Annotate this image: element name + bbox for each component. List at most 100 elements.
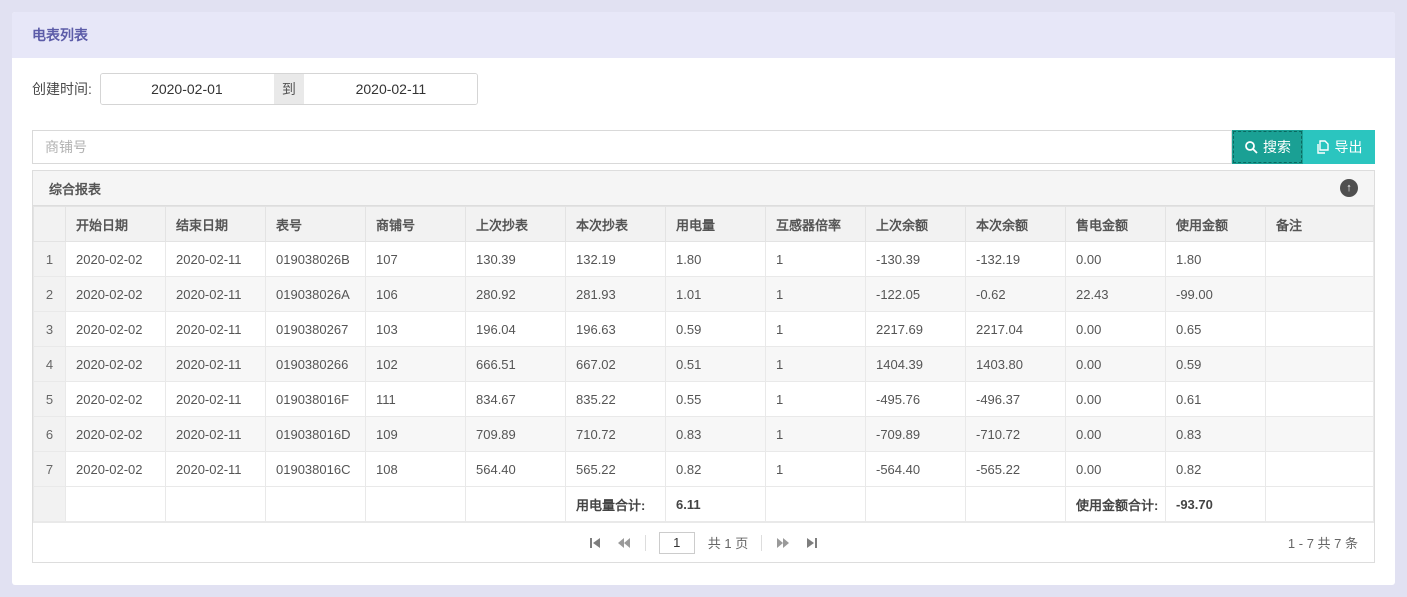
table-cell: -709.89 <box>866 417 966 452</box>
table-cell: 111 <box>366 382 466 417</box>
table-cell: 130.39 <box>466 242 566 277</box>
search-button[interactable]: 搜索 <box>1232 130 1303 164</box>
table-cell: 2020-02-02 <box>66 452 166 487</box>
amount-total-value: -93.70 <box>1166 487 1266 522</box>
total-pages-label: 共 1 页 <box>708 533 748 552</box>
table-row: 32020-02-022020-02-110190380267103196.04… <box>34 312 1374 347</box>
table-cell: 0.59 <box>666 312 766 347</box>
table-cell: 132.19 <box>566 242 666 277</box>
table-cell: 564.40 <box>466 452 566 487</box>
column-header: 互感器倍率 <box>766 207 866 242</box>
row-index-cell: 6 <box>34 417 66 452</box>
table-cell: 019038026A <box>266 277 366 312</box>
date-from-input[interactable] <box>101 74 273 104</box>
export-button[interactable]: 导出 <box>1303 130 1375 164</box>
table-cell <box>766 487 866 522</box>
search-button-label: 搜索 <box>1263 137 1291 157</box>
table-row: 62020-02-022020-02-11019038016D109709.89… <box>34 417 1374 452</box>
table-cell: 835.22 <box>566 382 666 417</box>
table-cell: 0.61 <box>1166 382 1266 417</box>
search-input[interactable] <box>32 130 1232 164</box>
table-cell: 1.80 <box>1166 242 1266 277</box>
table-cell <box>1266 277 1374 312</box>
table-cell: -99.00 <box>1166 277 1266 312</box>
table-cell: 1 <box>766 277 866 312</box>
table-cell: 2020-02-02 <box>66 347 166 382</box>
column-header: 结束日期 <box>166 207 266 242</box>
table-cell: -130.39 <box>866 242 966 277</box>
row-index-cell: 4 <box>34 347 66 382</box>
table-cell <box>466 487 566 522</box>
table-cell <box>1266 417 1374 452</box>
table-cell: 2020-02-11 <box>166 277 266 312</box>
column-header: 本次抄表 <box>566 207 666 242</box>
table-row: 22020-02-022020-02-11019038026A106280.92… <box>34 277 1374 312</box>
date-range-group: 到 <box>100 73 478 105</box>
table-row: 1 2020-02-022020-02-11019038026B107130.39… <box>34 242 1374 277</box>
table-cell: 107 <box>366 242 466 277</box>
prev-page-icon[interactable] <box>616 536 632 550</box>
table-row: 72020-02-022020-02-11019038016C108564.40… <box>34 452 1374 487</box>
table-cell: 0.00 <box>1066 242 1166 277</box>
index-column-header <box>34 207 66 242</box>
table-cell: 2020-02-11 <box>166 417 266 452</box>
table-cell: 019038016C <box>266 452 366 487</box>
table-cell: 0.82 <box>1166 452 1266 487</box>
table-cell: 1 <box>766 417 866 452</box>
copy-export-icon <box>1316 140 1330 154</box>
table-cell: 22.43 <box>1066 277 1166 312</box>
table-cell: 2020-02-02 <box>66 242 166 277</box>
row-index-cell: 5 <box>34 382 66 417</box>
table-cell: 102 <box>366 347 466 382</box>
table-cell: -0.62 <box>966 277 1066 312</box>
arrow-up-circle-icon[interactable]: ↑ <box>1340 179 1358 197</box>
table-cell: -496.37 <box>966 382 1066 417</box>
amount-total-label: 使用金额合计: <box>1066 487 1166 522</box>
table-cell <box>1266 347 1374 382</box>
column-header: 使用金额 <box>1166 207 1266 242</box>
row-index-cell <box>34 487 66 522</box>
table-cell: 2217.69 <box>866 312 966 347</box>
meter-list-card: 电表列表 创建时间: 到 搜索 导出 <box>12 12 1395 585</box>
table-cell: -565.22 <box>966 452 1066 487</box>
table-cell: 2020-02-11 <box>166 242 266 277</box>
table-cell: -132.19 <box>966 242 1066 277</box>
pagination-divider <box>645 535 646 551</box>
table-cell <box>266 487 366 522</box>
column-header: 商铺号 <box>366 207 466 242</box>
table-cell: 2020-02-11 <box>166 312 266 347</box>
date-to-input[interactable] <box>305 74 477 104</box>
table-cell <box>1266 487 1374 522</box>
table-cell: 1403.80 <box>966 347 1066 382</box>
table-cell: 019038026B <box>266 242 366 277</box>
table-cell: 2020-02-02 <box>66 382 166 417</box>
last-page-icon[interactable] <box>804 536 819 550</box>
table-cell: -495.76 <box>866 382 966 417</box>
table-cell <box>166 487 266 522</box>
page-number-input[interactable] <box>659 532 695 554</box>
table-cell: 2020-02-02 <box>66 417 166 452</box>
report-panel-title: 综合报表 <box>49 179 101 198</box>
table-cell: 710.72 <box>566 417 666 452</box>
table-cell: 1.01 <box>666 277 766 312</box>
table-cell: 1.80 <box>666 242 766 277</box>
column-header: 售电金额 <box>1066 207 1166 242</box>
table-cell <box>1266 242 1374 277</box>
usage-total-label: 用电量合计: <box>566 487 666 522</box>
date-range-separator: 到 <box>273 74 305 104</box>
column-header: 备注 <box>1266 207 1374 242</box>
table-cell: 1 <box>766 242 866 277</box>
table-cell: 667.02 <box>566 347 666 382</box>
table-cell <box>866 487 966 522</box>
row-index-cell: 7 <box>34 452 66 487</box>
table-cell: 0.83 <box>1166 417 1266 452</box>
next-page-icon[interactable] <box>775 536 791 550</box>
pagination-divider <box>761 535 762 551</box>
table-cell: 1 <box>766 382 866 417</box>
table-cell: 2020-02-11 <box>166 452 266 487</box>
table-cell: 2217.04 <box>966 312 1066 347</box>
table-cell: 019038016F <box>266 382 366 417</box>
pagination-bar: 共 1 页 1 - 7 共 7 条 <box>33 522 1374 562</box>
table-cell: 666.51 <box>466 347 566 382</box>
first-page-icon[interactable] <box>588 536 603 550</box>
